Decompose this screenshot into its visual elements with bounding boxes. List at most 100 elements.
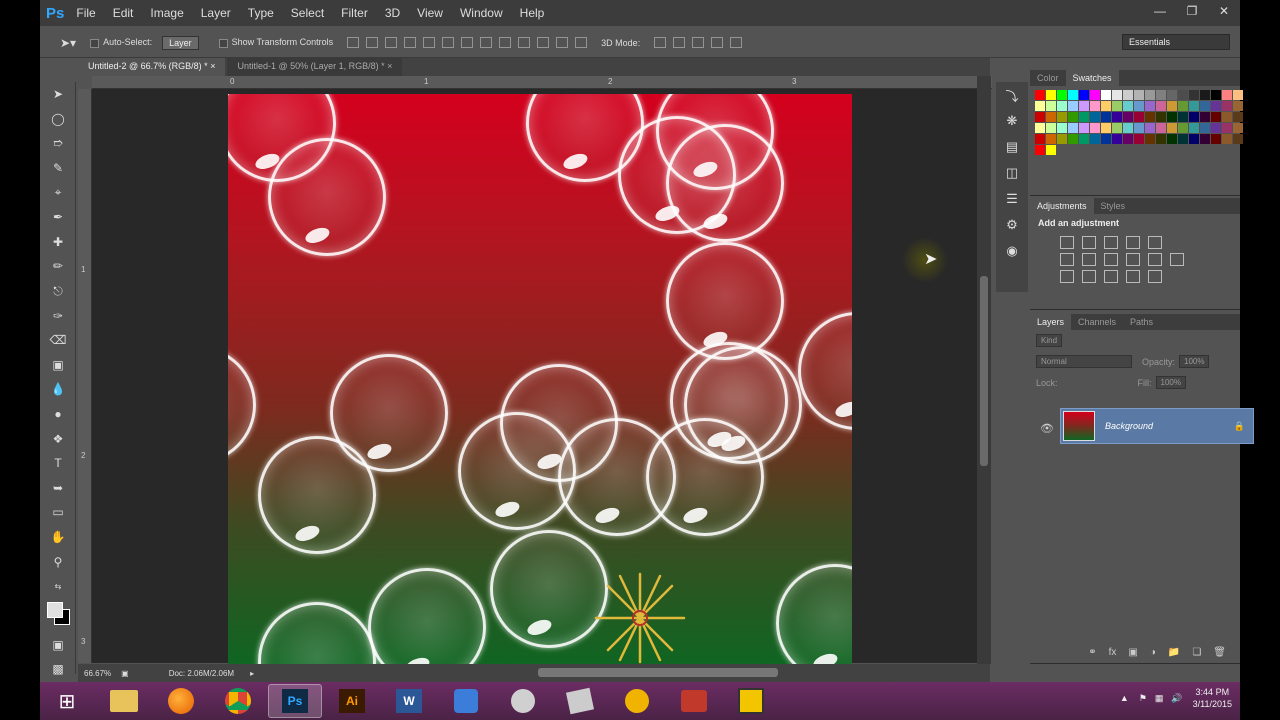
- mode-3d-buttons[interactable]: [654, 37, 743, 48]
- move-tool-icon[interactable]: ➤▾: [60, 36, 76, 50]
- swatch[interactable]: [1189, 134, 1199, 144]
- tab-swatches[interactable]: Swatches: [1065, 70, 1119, 86]
- swatch[interactable]: [1145, 90, 1155, 100]
- swatch[interactable]: [1200, 112, 1210, 122]
- swatch[interactable]: [1046, 145, 1056, 155]
- swatch[interactable]: [1134, 112, 1144, 122]
- foreground-color[interactable]: [47, 602, 63, 619]
- menu-filter[interactable]: Filter: [341, 6, 368, 20]
- swatch[interactable]: [1035, 145, 1045, 155]
- tray-arrow-icon[interactable]: ▲: [1120, 693, 1129, 703]
- swatch-grid[interactable]: [1035, 90, 1243, 155]
- pen-tool-icon[interactable]: ❖: [40, 426, 76, 451]
- swatch[interactable]: [1200, 101, 1210, 111]
- blend-mode-dropdown[interactable]: Normal: [1036, 355, 1132, 368]
- menu-file[interactable]: File: [76, 6, 95, 20]
- swatch[interactable]: [1035, 101, 1045, 111]
- swatch[interactable]: [1046, 134, 1056, 144]
- adjustment-icons-row[interactable]: [1030, 249, 1240, 266]
- swatch[interactable]: [1189, 90, 1199, 100]
- actions-icon[interactable]: ⚙: [996, 212, 1028, 238]
- tab-styles[interactable]: Styles: [1094, 198, 1133, 214]
- eraser-tool-icon[interactable]: ⌫: [40, 328, 76, 353]
- menu-view[interactable]: View: [417, 6, 443, 20]
- swatch[interactable]: [1090, 90, 1100, 100]
- swatch[interactable]: [1145, 101, 1155, 111]
- swatch[interactable]: [1057, 123, 1067, 133]
- swatch[interactable]: [1046, 123, 1056, 133]
- swatch[interactable]: [1079, 134, 1089, 144]
- swatch[interactable]: [1167, 101, 1177, 111]
- swatch[interactable]: [1233, 90, 1243, 100]
- eyedropper-tool-icon[interactable]: ✒: [40, 205, 76, 230]
- paragraph-icon[interactable]: ☰: [996, 186, 1028, 212]
- swatch[interactable]: [1167, 112, 1177, 122]
- layer-row-background[interactable]: Background 🔒: [1060, 408, 1254, 444]
- swatch[interactable]: [1222, 101, 1232, 111]
- adjustment-icons-row[interactable]: [1030, 266, 1240, 283]
- swatch[interactable]: [1112, 112, 1122, 122]
- swatch[interactable]: [1134, 134, 1144, 144]
- swatch[interactable]: [1178, 112, 1188, 122]
- link-icon[interactable]: ⚭: [1088, 647, 1096, 658]
- network-app-icon[interactable]: [439, 684, 493, 718]
- align-buttons[interactable]: [347, 37, 588, 48]
- path-select-tool-icon[interactable]: ➥: [40, 476, 76, 501]
- flag-icon[interactable]: ⚑: [1139, 693, 1147, 704]
- healing-brush-tool-icon[interactable]: ✚: [40, 230, 76, 255]
- swatch[interactable]: [1156, 90, 1166, 100]
- swatch[interactable]: [1200, 134, 1210, 144]
- history-icon[interactable]: ⤵: [996, 82, 1028, 108]
- swatch[interactable]: [1189, 123, 1199, 133]
- swatch[interactable]: [1090, 123, 1100, 133]
- swatch[interactable]: [1079, 101, 1089, 111]
- swatch[interactable]: [1145, 123, 1155, 133]
- blur-tool-icon[interactable]: 💧: [40, 377, 76, 402]
- swatch[interactable]: [1233, 101, 1243, 111]
- tab-layers[interactable]: Layers: [1030, 314, 1072, 330]
- new-layer-icon[interactable]: ❏: [1192, 647, 1201, 658]
- mask-icon[interactable]: ▣: [1128, 647, 1137, 658]
- document-canvas[interactable]: [228, 94, 852, 666]
- swatch[interactable]: [1068, 134, 1078, 144]
- fill-field[interactable]: 100%: [1155, 376, 1186, 389]
- kind-dropdown[interactable]: Kind: [1036, 334, 1063, 347]
- zoom-level[interactable]: 66.67%: [84, 669, 111, 678]
- quick-select-tool-icon[interactable]: ✎: [40, 156, 76, 181]
- swatch[interactable]: [1123, 134, 1133, 144]
- menu-3d[interactable]: 3D: [385, 6, 400, 20]
- swatch[interactable]: [1035, 123, 1045, 133]
- swatch[interactable]: [1211, 90, 1221, 100]
- swatch[interactable]: [1233, 112, 1243, 122]
- hand-tool-icon[interactable]: ✋: [40, 525, 76, 550]
- horizontal-scrollbar[interactable]: [538, 668, 778, 677]
- folder-app-icon[interactable]: [724, 684, 778, 718]
- swatch[interactable]: [1134, 123, 1144, 133]
- swatch[interactable]: [1156, 112, 1166, 122]
- swatch[interactable]: [1057, 90, 1067, 100]
- photoshop-task-icon[interactable]: Ps: [268, 684, 322, 718]
- close-icon[interactable]: ✕: [1208, 0, 1240, 22]
- swatch[interactable]: [1123, 123, 1133, 133]
- swatch[interactable]: [1046, 101, 1056, 111]
- swatch[interactable]: [1101, 101, 1111, 111]
- swatch[interactable]: [1123, 112, 1133, 122]
- minimize-icon[interactable]: —: [1144, 0, 1176, 22]
- swatch[interactable]: [1090, 112, 1100, 122]
- swatch[interactable]: [1068, 112, 1078, 122]
- auto-select-dropdown[interactable]: Layer: [162, 35, 199, 50]
- restore-icon[interactable]: ❐: [1176, 0, 1208, 22]
- tab-channels[interactable]: Channels: [1071, 314, 1123, 330]
- marquee-tool-icon[interactable]: ◯: [40, 107, 76, 132]
- menu-layer[interactable]: Layer: [201, 6, 231, 20]
- swatch[interactable]: [1200, 90, 1210, 100]
- swatch[interactable]: [1068, 123, 1078, 133]
- swatch[interactable]: [1123, 101, 1133, 111]
- character-icon[interactable]: ◫: [996, 160, 1028, 186]
- illustrator-icon[interactable]: Ai: [325, 684, 379, 718]
- slides-app-icon[interactable]: [553, 684, 607, 718]
- doc-tab-active[interactable]: Untitled-2 @ 66.7% (RGB/8) * ×: [78, 58, 226, 76]
- swatch[interactable]: [1211, 101, 1221, 111]
- swatch[interactable]: [1101, 112, 1111, 122]
- move-tool-icon[interactable]: ➤: [40, 82, 76, 107]
